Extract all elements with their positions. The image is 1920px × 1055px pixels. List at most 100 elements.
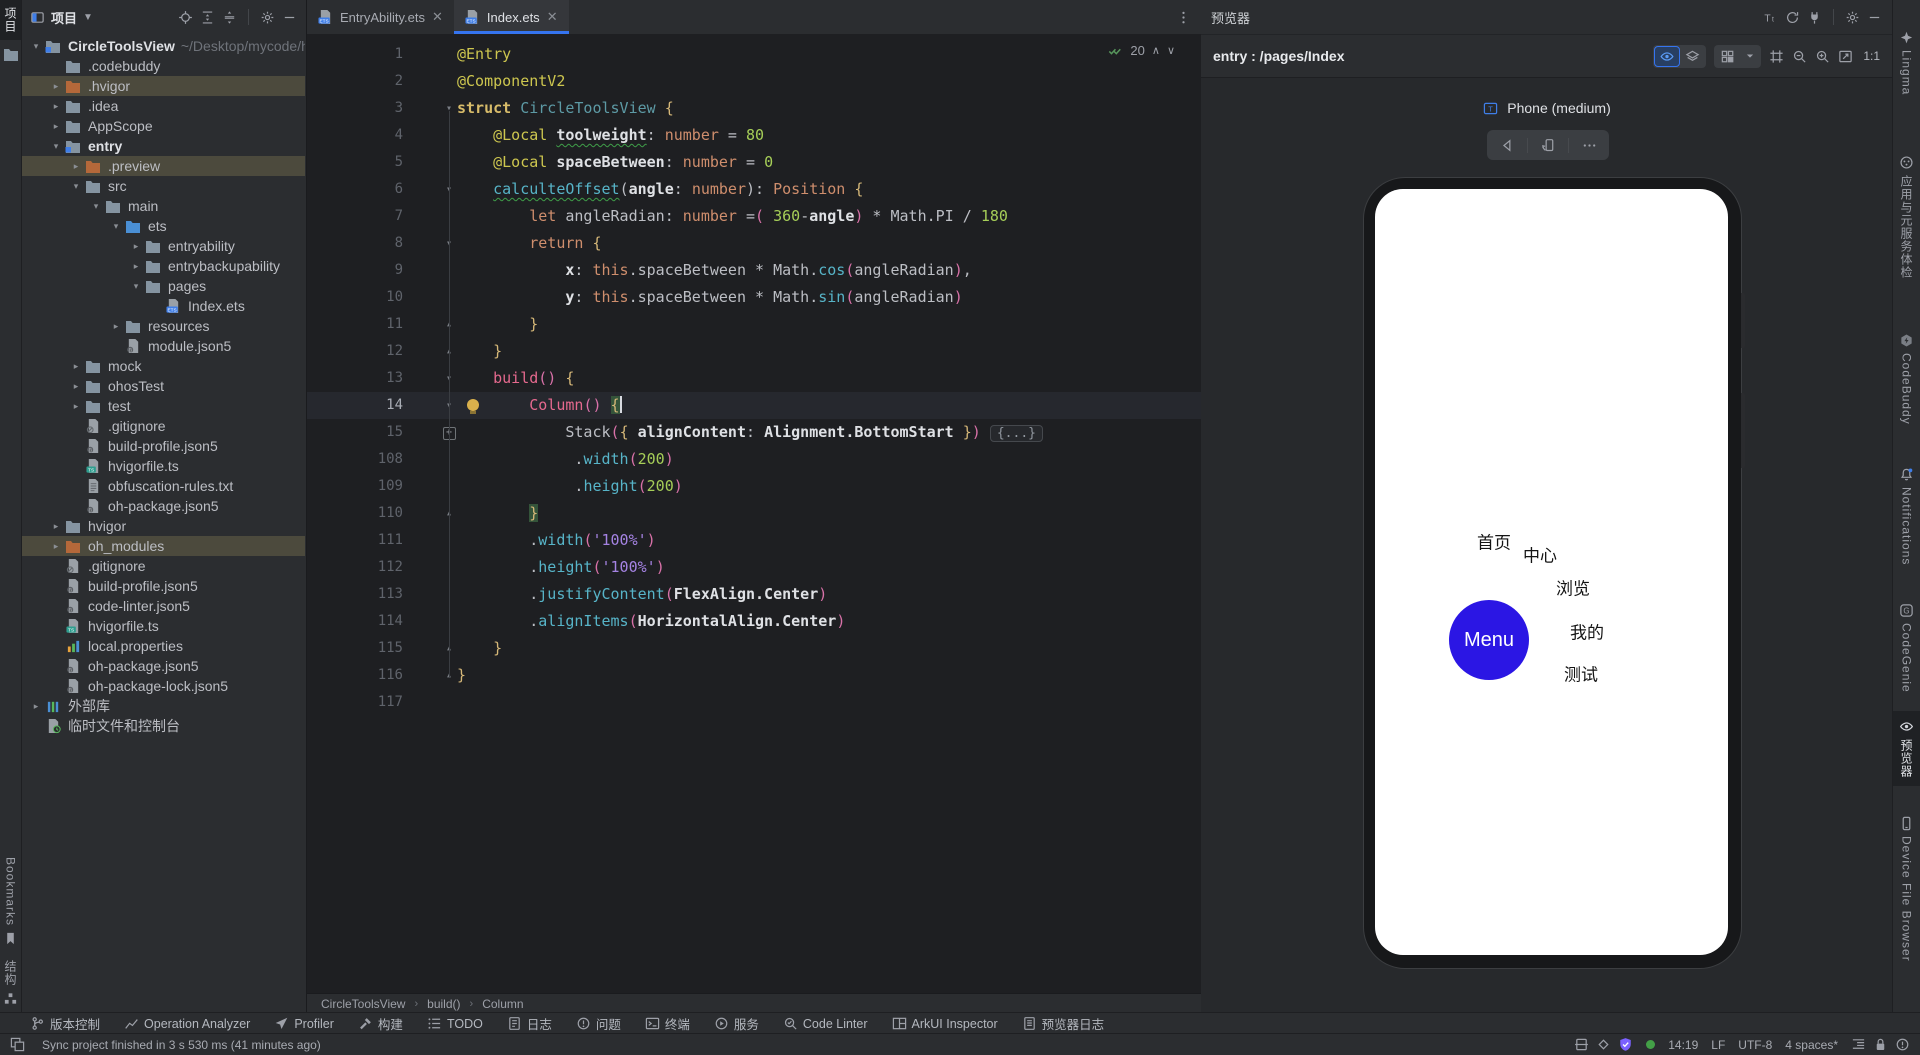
- chevron-down-icon[interactable]: ▾: [108, 221, 124, 232]
- plug-icon[interactable]: [1807, 10, 1822, 25]
- right-strip-item-Device File Browser[interactable]: Device File Browser: [1893, 808, 1920, 970]
- tree-item[interactable]: {} oh-package.json5: [22, 656, 305, 676]
- shield-icon[interactable]: [1618, 1037, 1633, 1052]
- code-line[interactable]: 8▾ return {: [307, 230, 1201, 257]
- bottom-bar-item-Profiler[interactable]: Profiler: [274, 1016, 334, 1031]
- rotate-icon[interactable]: [1527, 137, 1568, 153]
- tree-item[interactable]: {} module.json5: [22, 336, 305, 356]
- right-strip-item-预览器[interactable]: 预览器: [1893, 711, 1920, 787]
- tree-item[interactable]: {} oh-package-lock.json5: [22, 676, 305, 696]
- chevron-right-icon[interactable]: ▸: [68, 381, 84, 392]
- notify-icon[interactable]: [1895, 1037, 1910, 1052]
- tree-item[interactable]: ▾ pages: [22, 276, 305, 296]
- tree-item[interactable]: obfuscation-rules.txt: [22, 476, 305, 496]
- prev-problem-arrow[interactable]: ∧: [1152, 44, 1160, 57]
- chevron-right-icon[interactable]: ▸: [68, 161, 84, 172]
- minimize-icon[interactable]: [282, 10, 297, 25]
- tree-item[interactable]: ▸ 外部库: [22, 696, 305, 716]
- inspection-widget[interactable]: 20 ∧ ∨: [1107, 43, 1175, 58]
- bottom-bar-item-问题[interactable]: 问题: [576, 1014, 621, 1033]
- gear-icon[interactable]: [1845, 10, 1860, 25]
- bottom-bar-item-Operation Analyzer[interactable]: Operation Analyzer: [124, 1016, 250, 1031]
- bottom-bar-item-服务[interactable]: 服务: [714, 1014, 759, 1033]
- left-strip-item-结构[interactable]: 结构: [0, 953, 21, 1013]
- locate-icon[interactable]: [178, 10, 193, 25]
- chevron-right-icon[interactable]: ▸: [128, 261, 144, 272]
- more-icon[interactable]: [1568, 137, 1609, 153]
- tree-item[interactable]: ▸ .hvigor: [22, 76, 305, 96]
- code-line[interactable]: 117: [307, 689, 1201, 716]
- code-line[interactable]: 12▴ }: [307, 338, 1201, 365]
- tree-item[interactable]: ▾ main: [22, 196, 305, 216]
- code-line[interactable]: 10 y: this.spaceBetween * Math.sin(angle…: [307, 284, 1201, 311]
- left-strip-item[interactable]: [0, 40, 21, 68]
- bottom-bar-item-终端[interactable]: 终端: [645, 1014, 690, 1033]
- bottom-bar-item-Code Linter[interactable]: Code Linter: [783, 1016, 868, 1031]
- right-strip-item-Lingma[interactable]: Lingma: [1893, 22, 1920, 103]
- tree-item[interactable]: {} oh-package.json5: [22, 496, 305, 516]
- tree-item[interactable]: ▾ ets: [22, 216, 305, 236]
- tree-item[interactable]: TS hvigorfile.ts: [22, 456, 305, 476]
- tree-item[interactable]: ▾ CircleToolsView ~/Desktop/mycode/harmony…: [22, 36, 305, 56]
- encoding[interactable]: UTF-8: [1738, 1038, 1772, 1052]
- grid-icon[interactable]: [1716, 47, 1739, 66]
- kebab-icon[interactable]: [1176, 10, 1191, 25]
- tree-item[interactable]: ETS Index.ets: [22, 296, 305, 316]
- tab-EntryAbility.ets[interactable]: ETS EntryAbility.ets ✕: [307, 0, 454, 34]
- left-strip-item-项目[interactable]: 项目: [0, 0, 21, 40]
- right-strip-item-Notifications[interactable]: Notifications: [1893, 459, 1920, 573]
- tree-item[interactable]: ▸ mock: [22, 356, 305, 376]
- breadcrumb-item[interactable]: CircleToolsView: [321, 997, 405, 1011]
- chevron-right-icon[interactable]: ▸: [128, 241, 144, 252]
- zoom-out-icon[interactable]: [1792, 49, 1807, 64]
- bottom-bar-item-版本控制[interactable]: 版本控制: [30, 1014, 100, 1033]
- code-line[interactable]: 114 .alignItems(HorizontalAlign.Center): [307, 608, 1201, 635]
- chevron-down-icon[interactable]: ▾: [28, 41, 44, 52]
- code-line[interactable]: 108 .width(200): [307, 446, 1201, 473]
- bottom-bar-item-日志[interactable]: 日志: [507, 1014, 552, 1033]
- code-line[interactable]: 110▴ }: [307, 500, 1201, 527]
- chevron-down-icon[interactable]: ▾: [128, 281, 144, 292]
- code-line[interactable]: 2 @ComponentV2: [307, 68, 1201, 95]
- code-line[interactable]: 14▾ Column() {: [307, 392, 1201, 419]
- code-line[interactable]: 5 @Local spaceBetween: number = 0: [307, 149, 1201, 176]
- chevron-right-icon[interactable]: ▸: [48, 81, 64, 92]
- next-problem-arrow[interactable]: ∨: [1167, 44, 1175, 57]
- menu-button[interactable]: Menu: [1449, 600, 1529, 680]
- left-strip-item-Bookmarks[interactable]: Bookmarks: [0, 850, 21, 953]
- code-line[interactable]: 13▾ build() {: [307, 365, 1201, 392]
- chevron-down-icon[interactable]: [1741, 49, 1759, 63]
- chevron-right-icon[interactable]: ▸: [48, 121, 64, 132]
- tree-item[interactable]: ▸ resources: [22, 316, 305, 336]
- tree-item[interactable]: ▸ hvigor: [22, 516, 305, 536]
- code-line[interactable]: 1 @Entry: [307, 41, 1201, 68]
- code-line[interactable]: 6▾ calculteOffset(angle: number): Positi…: [307, 176, 1201, 203]
- code-line[interactable]: 115▴ }: [307, 635, 1201, 662]
- chevron-right-icon[interactable]: ▸: [28, 701, 44, 712]
- code-line[interactable]: 111 .width('100%'): [307, 527, 1201, 554]
- tree-item[interactable]: local.properties: [22, 636, 305, 656]
- chevron-right-icon[interactable]: ▸: [68, 401, 84, 412]
- tree-item[interactable]: {} build-profile.json5: [22, 576, 305, 596]
- chevron-right-icon[interactable]: ▸: [48, 541, 64, 552]
- zoom-in-icon[interactable]: [1815, 49, 1830, 64]
- tree-item[interactable]: ▾ src: [22, 176, 305, 196]
- minimize-icon[interactable]: [1867, 10, 1882, 25]
- chevron-down-icon[interactable]: ▾: [48, 141, 64, 152]
- collapse-all-icon[interactable]: [222, 10, 237, 25]
- tree-item[interactable]: ▸ oh_modules: [22, 536, 305, 556]
- frame-icon[interactable]: [1769, 49, 1784, 64]
- device-selector[interactable]: T Phone (medium): [1201, 100, 1892, 116]
- right-strip-item-CodeGenie[interactable]: G CodeGenie: [1893, 595, 1920, 701]
- indent-setting[interactable]: 4 spaces*: [1785, 1038, 1838, 1052]
- breadcrumb-item[interactable]: Column: [482, 997, 523, 1011]
- code-line[interactable]: 3 ▾ struct CircleToolsView {: [307, 95, 1201, 122]
- breadcrumb-item[interactable]: build(): [427, 997, 460, 1011]
- bottom-bar-item-ArkUI Inspector[interactable]: ArkUI Inspector: [892, 1016, 998, 1031]
- close-icon[interactable]: ✕: [432, 9, 443, 25]
- gear-icon[interactable]: [260, 10, 275, 25]
- tree-item[interactable]: ▾ entry: [22, 136, 305, 156]
- tree-item[interactable]: {} code-linter.json5: [22, 596, 305, 616]
- chevron-right-icon[interactable]: ▸: [48, 101, 64, 112]
- tree-item[interactable]: ▸ AppScope: [22, 116, 305, 136]
